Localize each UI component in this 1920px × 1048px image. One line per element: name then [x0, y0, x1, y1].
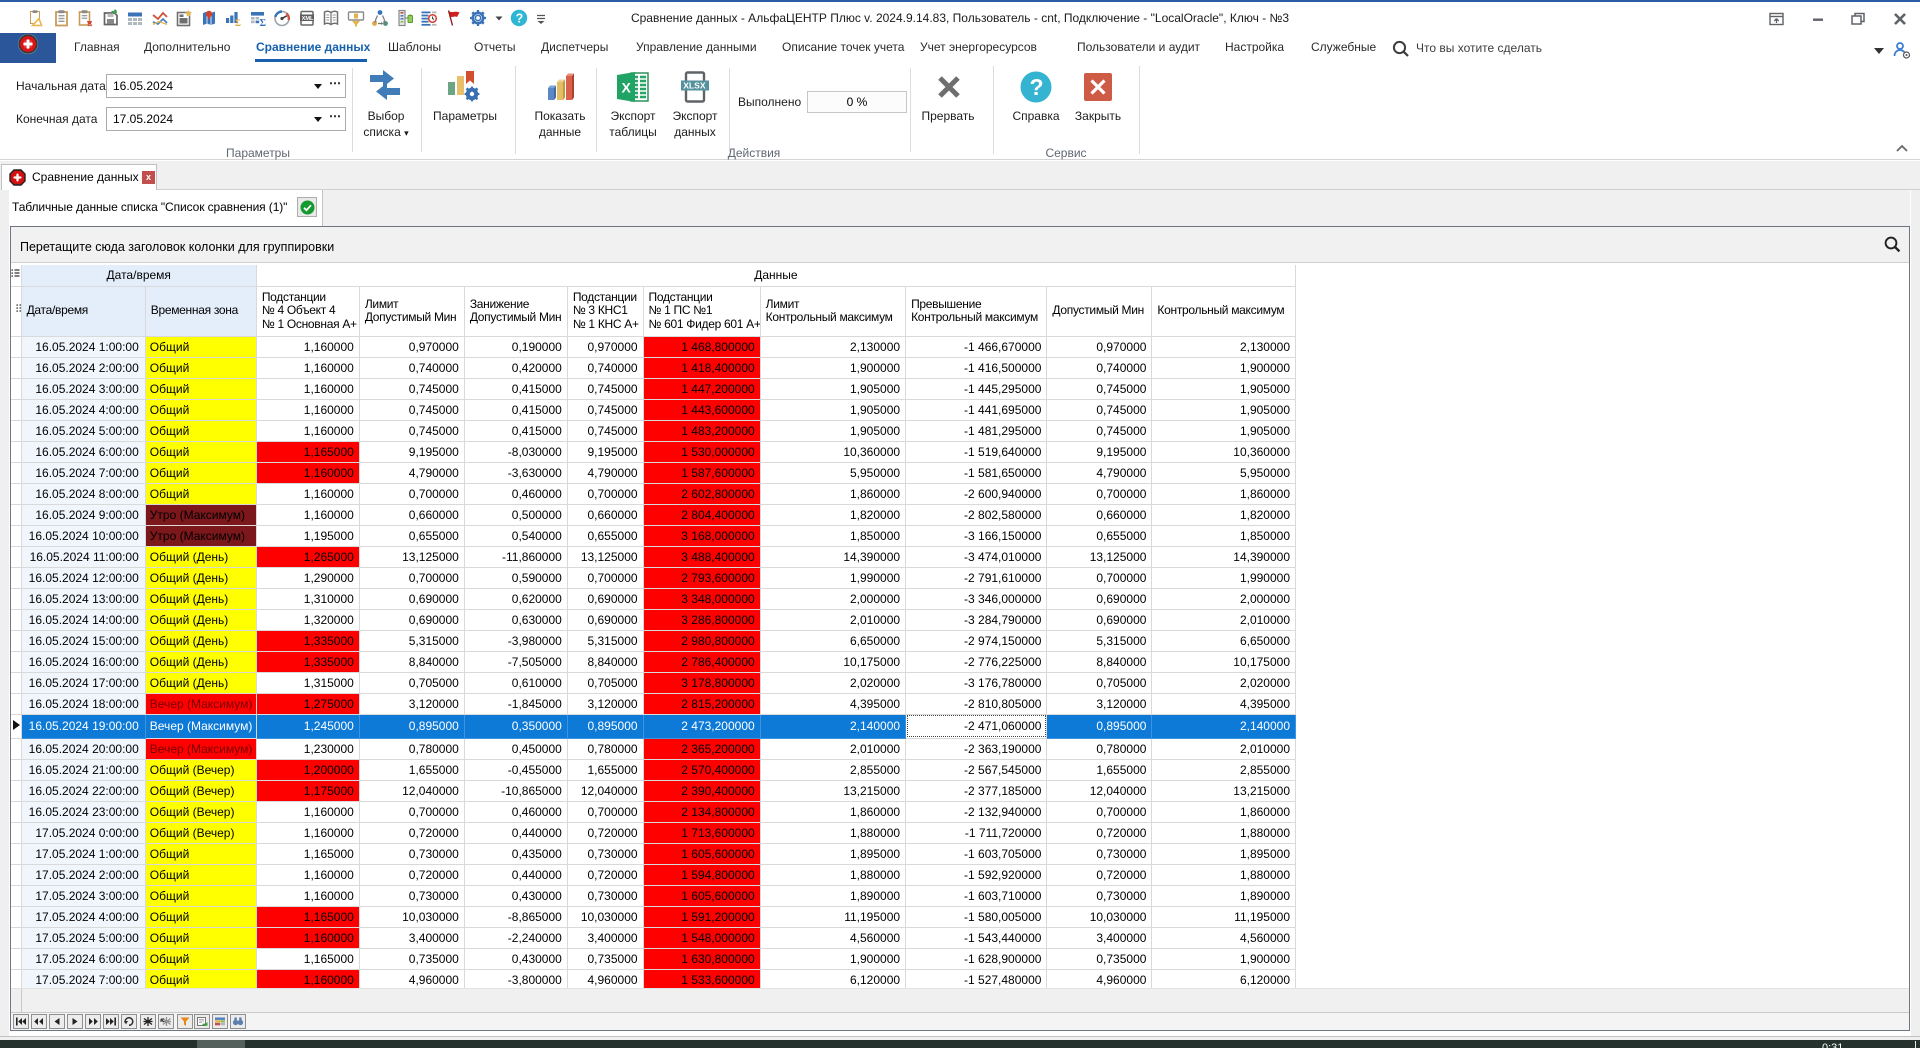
svg-text:XLSX: XLSX [683, 80, 706, 90]
svg-text:Σ: Σ [235, 18, 241, 27]
svg-text:?: ? [1030, 74, 1044, 100]
svg-text:?: ? [516, 12, 524, 26]
svg-text:XML: XML [301, 16, 313, 22]
svg-text:X: X [622, 80, 632, 96]
svg-text:Σ: Σ [259, 18, 266, 27]
